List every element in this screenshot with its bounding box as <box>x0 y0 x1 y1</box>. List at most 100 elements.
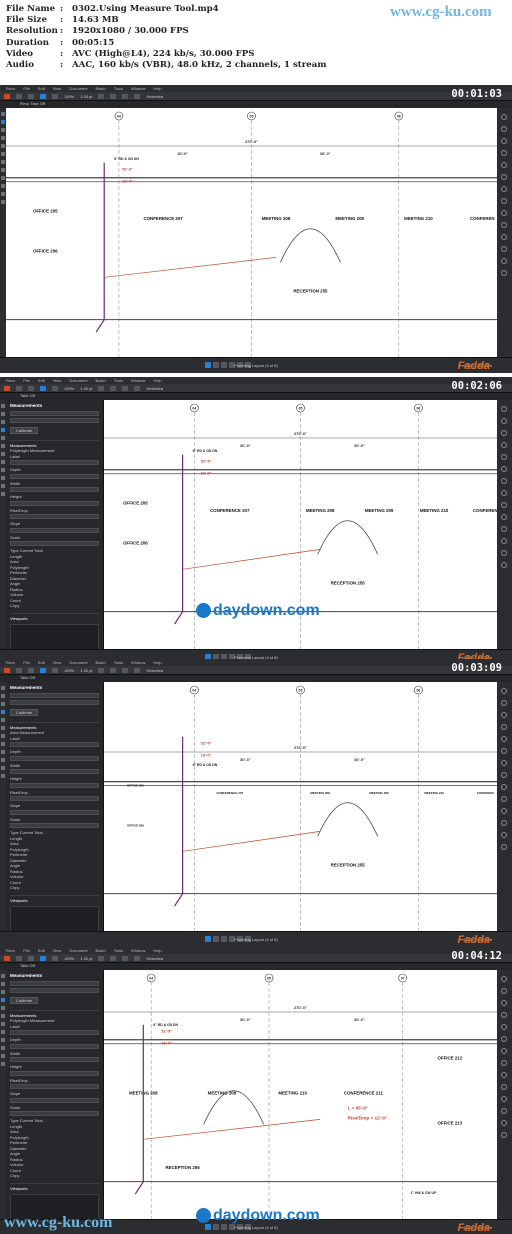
panel-tab-icon[interactable] <box>1 168 5 172</box>
tool-icon[interactable] <box>134 667 141 673</box>
panel-tab-icon[interactable] <box>1 694 5 698</box>
panel-tab-icon[interactable] <box>1 1054 5 1058</box>
measurement-input[interactable] <box>10 742 99 747</box>
menu-item[interactable]: Tools <box>114 660 123 665</box>
tool-icon[interactable] <box>16 667 22 673</box>
tool-icon[interactable] <box>16 93 22 99</box>
scale-input[interactable] <box>10 981 99 986</box>
panel-tab-icon[interactable] <box>1 982 5 986</box>
panel-tab-icon[interactable] <box>1 152 5 156</box>
measurement-input[interactable] <box>10 460 99 465</box>
menu-item[interactable]: Edit <box>38 660 45 665</box>
search-icon[interactable] <box>501 150 507 156</box>
measurement-input[interactable] <box>10 809 99 815</box>
panel-tab-icon[interactable] <box>1 460 5 464</box>
search-icon[interactable] <box>501 246 507 252</box>
measurement-input[interactable] <box>10 1070 99 1076</box>
search-icon[interactable] <box>501 1024 507 1030</box>
panel-tab-icon[interactable] <box>1 412 5 416</box>
panel-tab-icon[interactable] <box>1 726 5 730</box>
panel-tab-icon[interactable] <box>1 718 5 722</box>
search-icon[interactable] <box>501 976 507 982</box>
line-weight-select[interactable]: 1.00 pt <box>80 386 92 391</box>
measurement-input[interactable] <box>10 823 99 828</box>
search-icon[interactable] <box>501 442 507 448</box>
nav-button[interactable] <box>220 362 227 368</box>
panel-tab-icon[interactable] <box>1 112 5 116</box>
menu-item[interactable]: Revu <box>6 660 15 665</box>
search-icon[interactable] <box>501 430 507 436</box>
tool-icon[interactable] <box>4 385 10 391</box>
panel-tab-icon[interactable] <box>1 468 5 472</box>
tool-icon[interactable] <box>4 955 10 961</box>
nav-button[interactable] <box>212 936 219 942</box>
scale-input[interactable] <box>10 411 99 416</box>
copy-button[interactable]: Copy <box>10 603 99 609</box>
search-icon[interactable] <box>501 724 507 730</box>
search-icon[interactable] <box>501 760 507 766</box>
menu-item[interactable]: Edit <box>38 378 45 383</box>
tool-icon[interactable] <box>4 93 10 99</box>
panel-tab-icon[interactable] <box>1 1022 5 1026</box>
measurement-input[interactable] <box>10 755 99 761</box>
search-icon[interactable] <box>501 526 507 532</box>
search-icon[interactable] <box>501 1036 507 1042</box>
search-icon[interactable] <box>501 1048 507 1054</box>
panel-tab-icon[interactable] <box>1 766 5 770</box>
tool-icon[interactable] <box>110 385 117 391</box>
menu-item[interactable]: Window <box>131 378 145 383</box>
tool-icon[interactable] <box>40 93 46 99</box>
search-icon[interactable] <box>501 490 507 496</box>
search-icon[interactable] <box>501 808 507 814</box>
line-weight-select[interactable]: 1.00 pt <box>80 956 92 961</box>
search-icon[interactable] <box>501 186 507 192</box>
panel-tab-icon[interactable] <box>1 176 5 180</box>
menu-item[interactable]: Document <box>69 660 87 665</box>
zoom-select[interactable]: 100% <box>64 94 74 99</box>
panel-tab-icon[interactable] <box>1 1014 5 1018</box>
search-icon[interactable] <box>501 138 507 144</box>
panel-tab-icon[interactable] <box>1 160 5 164</box>
menu-item[interactable]: File <box>23 86 29 91</box>
tool-icon[interactable] <box>28 93 34 99</box>
precision-input[interactable] <box>10 418 99 423</box>
search-icon[interactable] <box>501 748 507 754</box>
measurement-input[interactable] <box>10 541 99 546</box>
tool-icon[interactable] <box>98 667 105 673</box>
measurement-input[interactable] <box>10 1084 99 1089</box>
panel-tab-icon[interactable] <box>1 742 5 746</box>
measurement-input[interactable] <box>10 782 99 788</box>
panel-tab-icon[interactable] <box>1 444 5 448</box>
search-icon[interactable] <box>501 210 507 216</box>
tool-icon[interactable] <box>28 385 34 391</box>
search-icon[interactable] <box>501 796 507 802</box>
zoom-select[interactable]: 100% <box>64 668 74 673</box>
menu-item[interactable]: Window <box>131 660 145 665</box>
measurement-input[interactable] <box>10 1097 99 1103</box>
search-icon[interactable] <box>501 258 507 264</box>
menu-item[interactable]: File <box>23 378 29 383</box>
measurement-input[interactable] <box>10 473 99 479</box>
font-select[interactable]: Helvetica <box>146 668 162 673</box>
search-icon[interactable] <box>501 1012 507 1018</box>
search-icon[interactable] <box>501 114 507 120</box>
search-icon[interactable] <box>501 234 507 240</box>
menu-item[interactable]: Document <box>69 378 87 383</box>
line-weight-select[interactable]: 1.00 pt <box>80 94 92 99</box>
search-icon[interactable] <box>501 502 507 508</box>
search-icon[interactable] <box>501 988 507 994</box>
measurement-input[interactable] <box>10 500 99 506</box>
font-select[interactable]: Helvetica <box>146 94 162 99</box>
search-icon[interactable] <box>501 550 507 556</box>
search-icon[interactable] <box>501 784 507 790</box>
measurement-input[interactable] <box>10 1111 99 1116</box>
panel-tab-icon[interactable] <box>1 758 5 762</box>
search-icon[interactable] <box>501 1072 507 1078</box>
measurement-input[interactable] <box>10 1057 99 1062</box>
tool-icon[interactable] <box>110 955 117 961</box>
font-select[interactable]: Helvetica <box>146 386 162 391</box>
panel-tab-icon[interactable] <box>1 1062 5 1066</box>
tool-icon[interactable] <box>110 667 117 673</box>
search-icon[interactable] <box>501 162 507 168</box>
menu-item[interactable]: View <box>53 660 62 665</box>
